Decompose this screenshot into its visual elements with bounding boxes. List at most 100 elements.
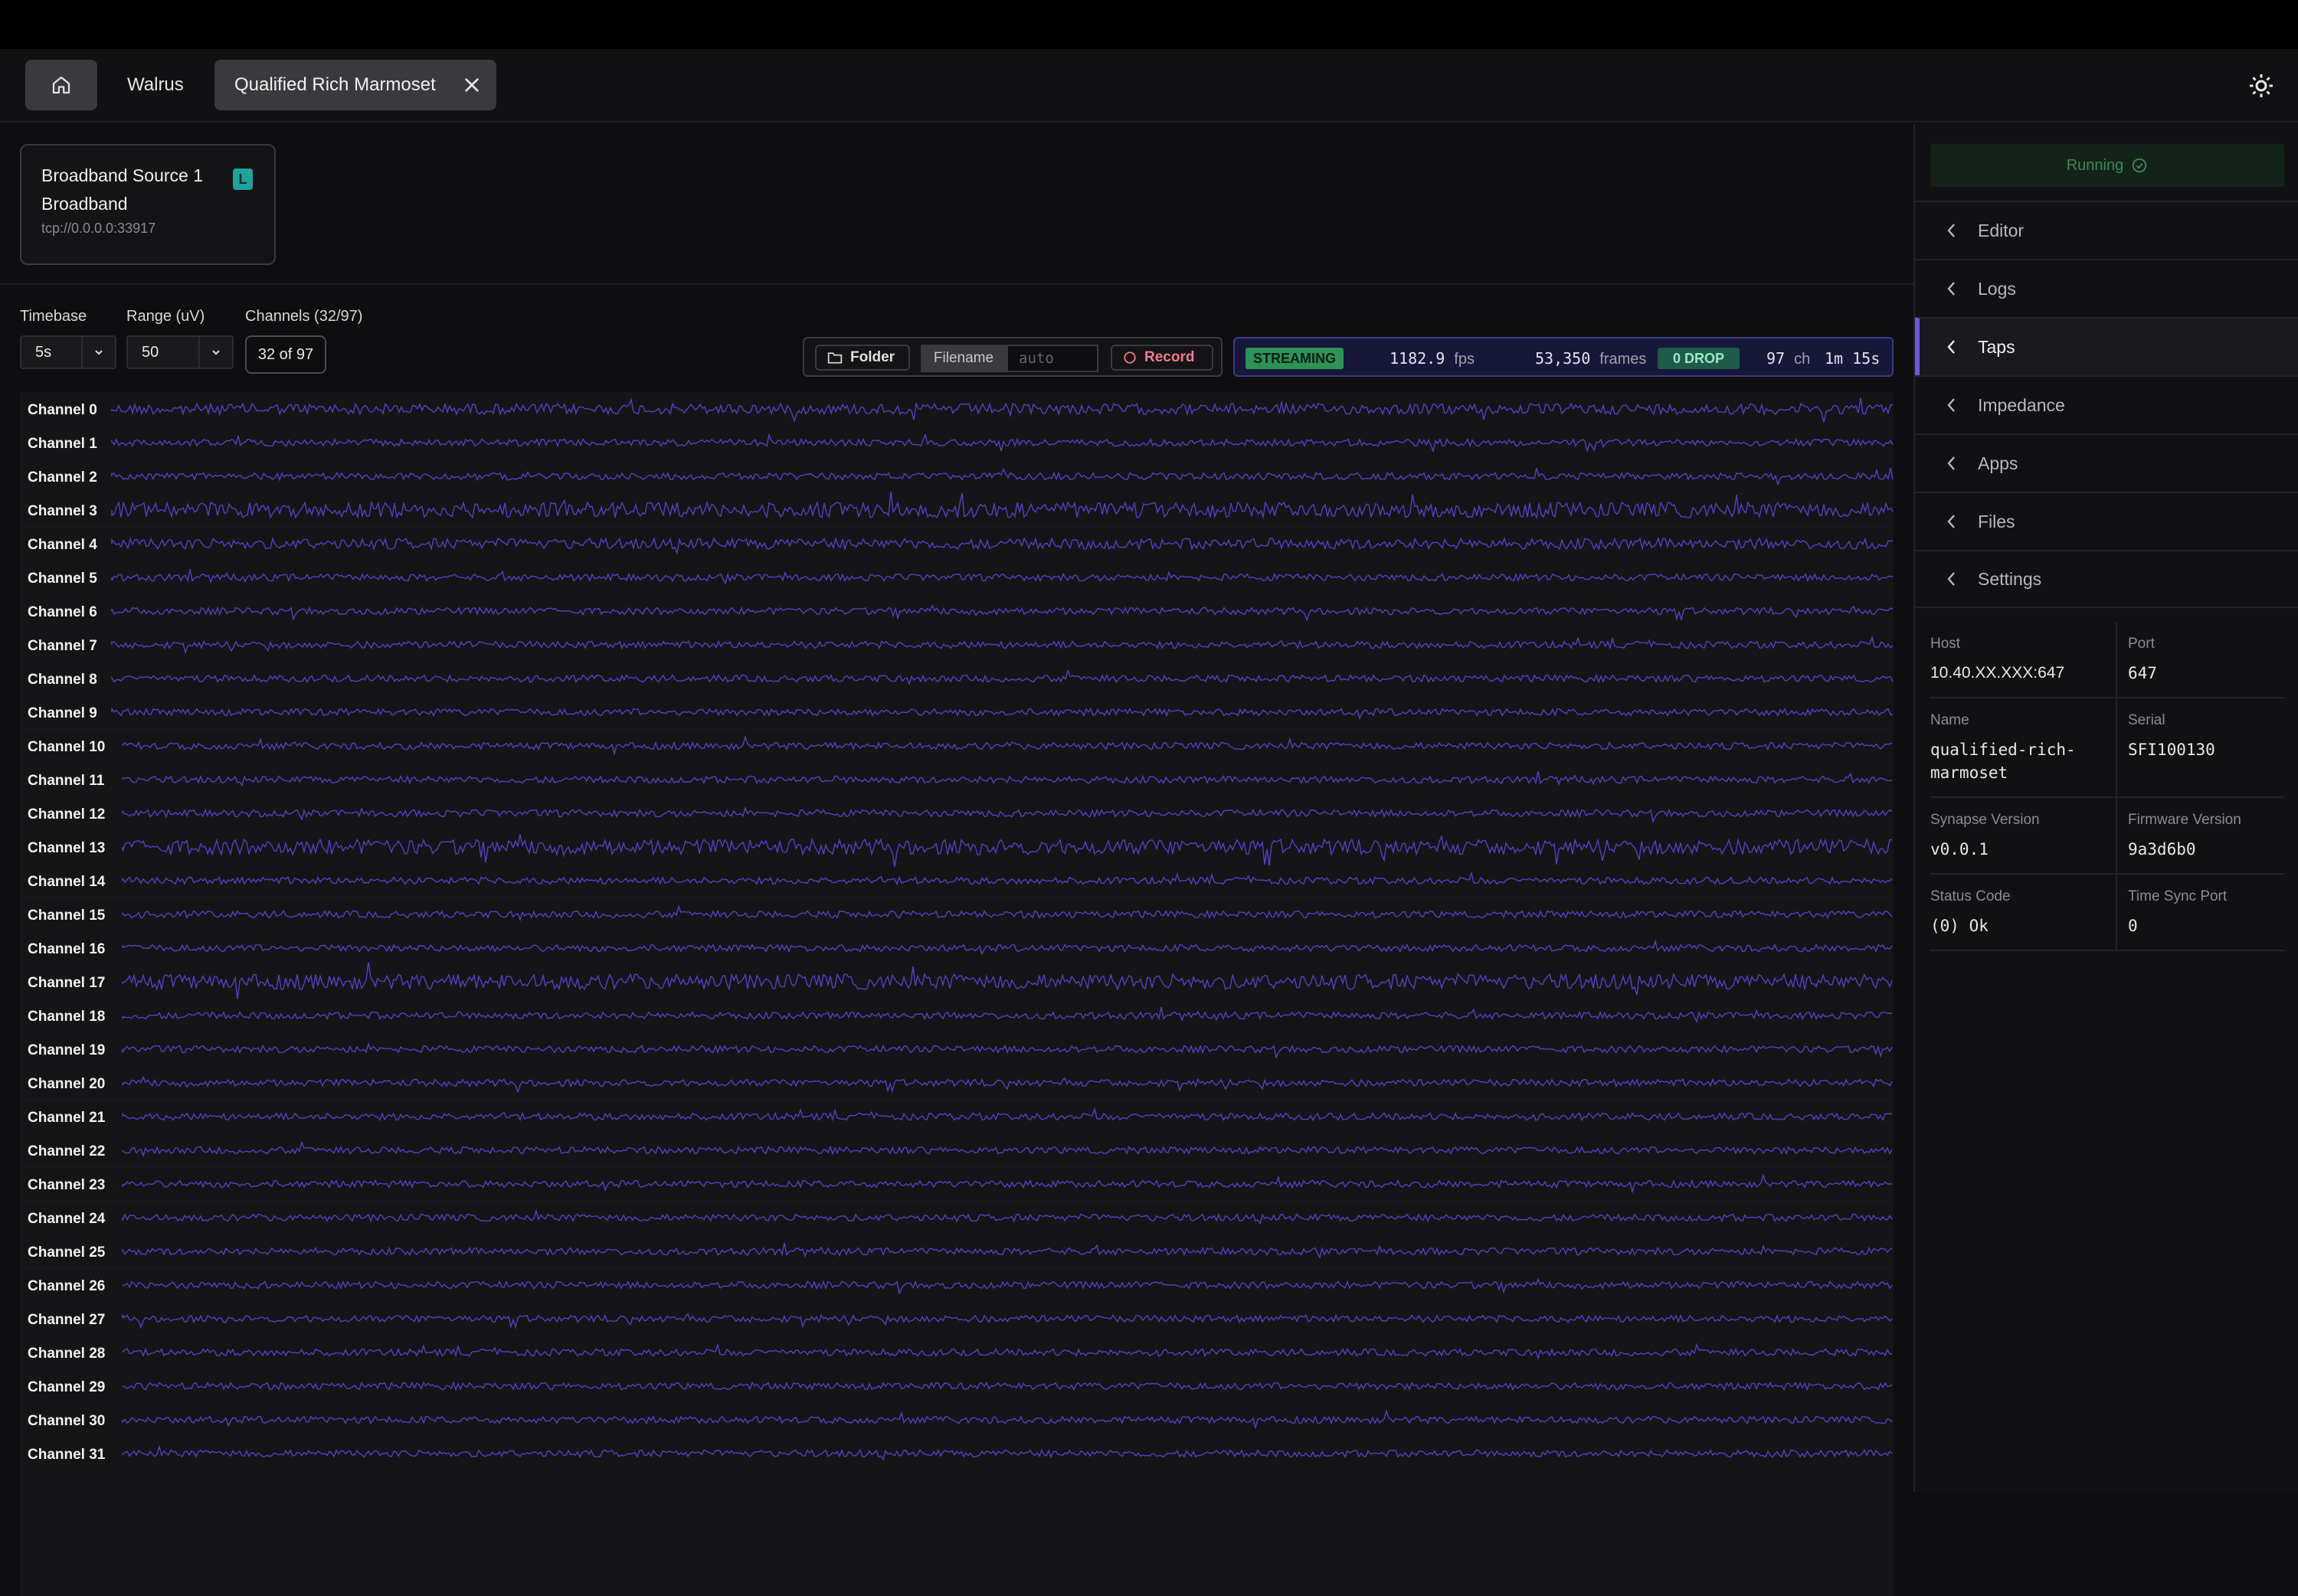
channel-label: Channel 31 (28, 1447, 106, 1463)
recorder-controls: Folder Filename auto Record (803, 337, 1223, 377)
panel-section-impedance[interactable]: Impedance (1915, 375, 2298, 433)
panel-section-taps[interactable]: Taps (1915, 317, 2298, 375)
port-cell: Port 647 (2116, 622, 2292, 697)
channel-label: Channel 16 (28, 941, 105, 957)
channel-label: Channel 27 (28, 1312, 105, 1328)
panel-section-files[interactable]: Files (1915, 492, 2298, 550)
channel-traces: Channel 0 Channel 1 Channel 2 Channel 3 Chan… (20, 397, 1894, 1471)
panel-section-apps[interactable]: Apps (1915, 433, 2298, 492)
folder-button[interactable]: Folder (815, 345, 910, 371)
streaming-badge: STREAMING (1246, 348, 1344, 369)
channel-label: Channel 9 (28, 705, 97, 721)
chevron-left-icon (1947, 340, 1955, 354)
tab-walrus[interactable]: Walrus (107, 60, 204, 110)
channel-label: Channel 2 (28, 469, 97, 486)
channels-label: Channels (32/97) (245, 308, 363, 325)
stream-status-bar: STREAMING 1182.9 fps 53,350 frames 0 DRO… (1233, 337, 1894, 377)
channel-trace (122, 1173, 1893, 1194)
home-tab[interactable] (25, 60, 97, 110)
channel-label: Channel 29 (28, 1379, 105, 1395)
channel-label: Channel 0 (28, 402, 97, 418)
device-info: Host 10.40.XX.XXX:647 Port 647 Name qual… (1930, 622, 2284, 951)
channel-trace (122, 834, 1893, 867)
port-value: 647 (2128, 664, 2157, 682)
range-select[interactable]: 50 (126, 335, 234, 369)
channel-trace (122, 1242, 1893, 1259)
fps-readout: 1182.9 fps (1390, 348, 1475, 370)
channel-label: Channel 5 (28, 571, 97, 587)
source-type: Broadband (41, 194, 128, 214)
frames-value: 53,350 (1535, 349, 1591, 368)
info-row: Status Code (0) Ok Time Sync Port 0 (1930, 875, 2284, 951)
channel-trace (111, 669, 1894, 686)
record-circle-icon (1124, 352, 1136, 364)
channel-label: Channel 21 (28, 1110, 106, 1126)
timebase-label: Timebase (20, 308, 87, 325)
synapse-version-value: v0.0.1 (1930, 840, 1989, 859)
timebase-value: 5s (35, 343, 52, 361)
section-label: Files (1978, 511, 2015, 531)
folder-icon (827, 352, 843, 364)
source-address: tcp://0.0.0.0:33917 (41, 221, 156, 236)
section-label: Impedance (1978, 394, 2065, 415)
panel-section-editor[interactable]: Editor (1915, 201, 2298, 259)
channel-trace (122, 1006, 1893, 1023)
time-sync-port-value: 0 (2128, 917, 2138, 935)
port-label: Port (2128, 636, 2155, 652)
tab-qualified-rich-marmoset[interactable]: Qualified Rich Marmoset (214, 60, 496, 110)
chevron-left-icon (1947, 572, 1955, 586)
chevron-down-icon (81, 337, 115, 368)
panel-section-logs[interactable]: Logs (1915, 259, 2298, 317)
divider (0, 283, 1913, 285)
info-row: Name qualified-rich-marmoset Serial SFI1… (1930, 698, 2284, 798)
panel-section-settings[interactable]: Settings (1915, 550, 2298, 608)
theme-toggle-sun-icon[interactable] (2247, 72, 2275, 100)
channel-trace (111, 568, 1894, 585)
folder-label: Folder (850, 349, 895, 365)
close-icon[interactable] (461, 74, 483, 96)
channel-label: Channel 28 (28, 1346, 105, 1362)
channel-label: Channel 24 (28, 1211, 106, 1227)
channel-trace (111, 536, 1894, 555)
channel-trace (122, 1381, 1893, 1392)
running-label: Running (2066, 156, 2124, 174)
channel-trace (111, 397, 1894, 423)
timebase-select[interactable]: 5s (20, 335, 116, 369)
fps-unit: fps (1454, 351, 1475, 368)
channel-trace (122, 806, 1893, 823)
channel-trace (122, 1343, 1893, 1360)
name-cell: Name qualified-rich-marmoset (1930, 698, 2106, 796)
section-label: Apps (1978, 453, 2018, 473)
source-badge: L (233, 168, 253, 190)
firmware-version-label: Firmware Version (2128, 812, 2241, 828)
channel-plot[interactable]: Channel 0 Channel 1 Channel 2 Channel 3 Chan… (20, 392, 1894, 1596)
filename-input[interactable]: auto (1007, 345, 1098, 372)
chevron-left-icon (1947, 224, 1955, 237)
channel-label: Channel 10 (28, 739, 105, 755)
range-value: 50 (142, 343, 159, 361)
channel-label: Channel 8 (28, 672, 97, 688)
record-label: Record (1144, 349, 1195, 365)
channel-label: Channel 26 (28, 1278, 105, 1294)
section-label: Logs (1978, 278, 2016, 299)
frames-unit: frames (1599, 351, 1647, 368)
channel-trace (122, 939, 1893, 956)
channel-label: Channel 3 (28, 503, 97, 519)
channel-label: Channel 15 (28, 908, 106, 924)
range-label: Range (uV) (126, 308, 205, 325)
channel-count-readout: 97 ch (1766, 348, 1810, 370)
channel-label: Channel 19 (28, 1042, 105, 1058)
chevron-left-icon (1947, 515, 1955, 528)
channel-label: Channel 7 (28, 638, 97, 654)
channel-trace (122, 1409, 1893, 1430)
record-button[interactable]: Record (1111, 345, 1213, 371)
source-card[interactable]: Broadband Source 1 Broadband tcp://0.0.0… (20, 144, 276, 265)
host-value: 10.40.XX.XXX:647 (1930, 664, 2065, 682)
time-sync-port-label: Time Sync Port (2128, 888, 2228, 904)
channel-trace (111, 635, 1894, 655)
channel-trace (111, 491, 1894, 520)
channel-trace (122, 770, 1893, 787)
channels-selector-button[interactable]: 32 of 97 (245, 335, 326, 374)
serial-value: SFI100130 (2128, 741, 2215, 759)
tab-label: Qualified Rich Marmoset (234, 74, 436, 95)
